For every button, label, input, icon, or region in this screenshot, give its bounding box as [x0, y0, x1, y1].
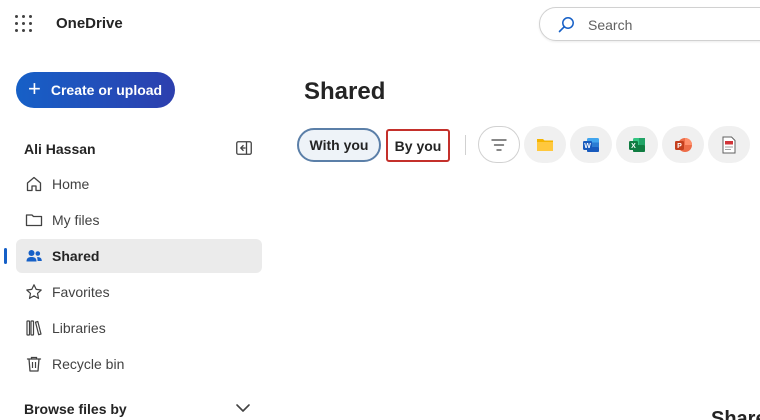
folder-icon [24, 210, 44, 230]
svg-text:W: W [584, 143, 591, 150]
word-icon: W [583, 137, 599, 152]
filter-icon [491, 138, 507, 151]
create-or-upload-label: Create or upload [50, 82, 163, 98]
svg-text:P: P [677, 143, 682, 150]
powerpoint-filter-button[interactable]: P [662, 126, 704, 163]
svg-text:X: X [631, 143, 636, 150]
toolbar-divider [465, 135, 466, 155]
top-bar: OneDrive Search [0, 0, 760, 50]
star-icon [24, 282, 44, 302]
nav-item-favorites[interactable]: Favorites [16, 275, 262, 309]
nav-item-label: Recycle bin [52, 356, 125, 372]
section-heading-partial: Share [711, 408, 760, 420]
nav-item-label: My files [52, 212, 100, 228]
nav-item-label: Favorites [52, 284, 110, 300]
search-icon [558, 17, 574, 33]
nav-item-recycle-bin[interactable]: Recycle bin [16, 347, 262, 381]
create-or-upload-button[interactable]: + Create or upload [16, 72, 175, 108]
trash-icon [24, 354, 44, 374]
user-name: Ali Hassan [24, 141, 96, 157]
app-title[interactable]: OneDrive [56, 15, 123, 32]
search-placeholder: Search [588, 17, 633, 33]
plus-icon: + [28, 76, 41, 101]
excel-filter-button[interactable]: X [616, 126, 658, 163]
filter-button[interactable] [478, 126, 520, 163]
tab-by-you[interactable]: By you [386, 129, 450, 162]
app-launcher-icon[interactable] [15, 15, 33, 33]
library-icon [24, 318, 44, 338]
collapse-pane-icon[interactable] [236, 141, 252, 155]
excel-icon: X [629, 137, 645, 152]
nav-item-label: Home [52, 176, 90, 192]
people-icon [24, 246, 44, 266]
nav-item-home[interactable]: Home [16, 167, 262, 201]
powerpoint-icon: P [675, 137, 692, 152]
nav-item-my-files[interactable]: My files [16, 203, 262, 237]
browse-files-by-heading[interactable]: Browse files by [24, 401, 127, 417]
search-box[interactable]: Search [539, 7, 760, 41]
nav-item-label: Libraries [52, 320, 106, 336]
nav-item-label: Shared [52, 248, 100, 264]
nav-item-shared[interactable]: Shared [16, 239, 262, 273]
folder-filter-button[interactable] [524, 126, 566, 163]
nav-item-libraries[interactable]: Libraries [16, 311, 262, 345]
home-icon [24, 174, 44, 194]
page-title: Shared [304, 78, 386, 105]
nav-active-indicator [4, 248, 7, 264]
tab-with-you[interactable]: With you [297, 128, 381, 162]
pdf-filter-button[interactable] [708, 126, 750, 163]
pdf-icon [722, 136, 736, 153]
chevron-down-icon[interactable] [235, 402, 251, 414]
word-filter-button[interactable]: W [570, 126, 612, 163]
folder-icon [537, 139, 553, 151]
